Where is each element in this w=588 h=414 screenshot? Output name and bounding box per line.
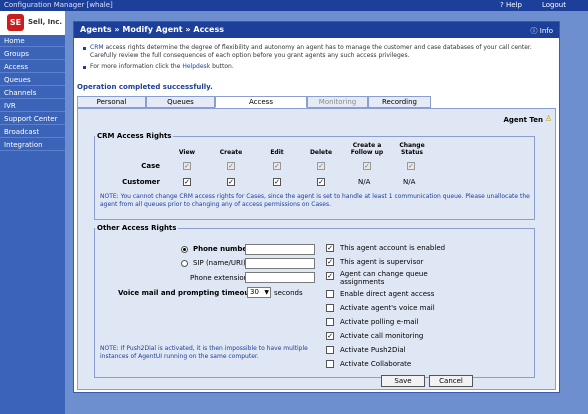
sidebar-item-queues[interactable]: Queues <box>0 74 65 86</box>
voicemail-timeout-select[interactable]: 30 ▼ <box>247 287 271 298</box>
collaborate-label: Activate Collaborate <box>340 360 412 368</box>
row-case-label: Case <box>141 162 160 170</box>
tab-recording[interactable]: Recording <box>368 96 431 108</box>
other-legend: Other Access Rights <box>97 224 177 232</box>
agent-icon: ♙ <box>544 114 552 123</box>
tab-monitoring: Monitoring <box>307 96 368 108</box>
crm-note: NOTE: You cannot change CRM access right… <box>100 193 530 208</box>
agent-name: Agent Ten <box>503 116 543 124</box>
phone-number-radio[interactable] <box>181 246 188 253</box>
customer-edit-checkbox[interactable]: ✓ <box>273 178 281 186</box>
sip-label: SIP (name/URI): <box>193 259 249 267</box>
sip-field[interactable] <box>245 258 315 269</box>
helpdesk-link[interactable]: Helpdesk <box>182 63 210 70</box>
direct-access-checkbox[interactable] <box>326 290 334 298</box>
customer-change-status-na: N/A <box>403 178 416 186</box>
phone-number-field[interactable] <box>245 244 315 255</box>
sidebar-item-support-center[interactable]: Support Center <box>0 113 65 125</box>
tab-body: Agent Ten ♙ CRM Access Rights View Creat… <box>77 108 556 390</box>
customer-delete-checkbox[interactable]: ✓ <box>317 178 325 186</box>
sidebar-item-access[interactable]: Access <box>0 61 65 73</box>
col-view: View <box>178 149 196 156</box>
info-icon: ⓘ <box>530 27 538 35</box>
tab-personal[interactable]: Personal <box>77 96 146 108</box>
intro-help-text: For more information click the Helpdesk … <box>90 63 550 71</box>
polling-email-checkbox[interactable] <box>326 318 334 326</box>
intro-line-3b: button. <box>212 63 234 70</box>
call-monitoring-label: Activate call monitoring <box>340 332 424 340</box>
voice-mail-checkbox[interactable] <box>326 304 334 312</box>
case-create-checkbox: ✓ <box>227 162 235 170</box>
content-area: Agents » Modify Agent » Access ⓘ Info CR… <box>65 11 588 414</box>
case-edit-checkbox: ✓ <box>273 162 281 170</box>
col-create: Create <box>219 149 243 156</box>
case-view-checkbox: ✓ <box>183 162 191 170</box>
chevron-down-icon: ▼ <box>264 289 269 296</box>
change-queue-label: Agent can change queue assignments <box>340 270 428 286</box>
supervisor-label: This agent is supervisor <box>340 258 424 266</box>
intro-text: CRM access rights determine the degree o… <box>90 44 550 60</box>
voice-mail-label: Activate agent's voice mail <box>340 304 435 312</box>
agent-enabled-checkbox[interactable]: ✓ <box>326 244 334 252</box>
agent-enabled-label: This agent account is enabled <box>340 244 446 252</box>
sidebar: SE Sell, Inc. Home Groups Access Queues … <box>0 11 65 414</box>
col-edit: Edit <box>270 149 284 156</box>
case-change-status-checkbox: ✓ <box>407 162 415 170</box>
page-title: Agents » Modify Agent » Access <box>80 25 224 34</box>
main-panel: Agents » Modify Agent » Access ⓘ Info CR… <box>73 21 560 393</box>
logo: SE Sell, Inc. <box>0 11 65 35</box>
change-queue-checkbox[interactable]: ✓ <box>326 272 334 280</box>
case-follow-up-checkbox: ✓ <box>363 162 371 170</box>
logout-link[interactable]: Logout <box>542 1 566 9</box>
push2dial-checkbox[interactable] <box>326 346 334 354</box>
sidebar-item-ivr[interactable]: IVR <box>0 100 65 112</box>
col-change-status: Change Status <box>399 142 425 156</box>
call-monitoring-checkbox[interactable]: ✓ <box>326 332 334 340</box>
phone-extension-field[interactable] <box>245 272 315 283</box>
case-delete-checkbox: ✓ <box>317 162 325 170</box>
sidebar-item-channels[interactable]: Channels <box>0 87 65 99</box>
logo-name: Sell, Inc. <box>28 18 63 26</box>
customer-follow-up-na: N/A <box>358 178 371 186</box>
phone-extension-label: Phone extension: <box>190 274 251 282</box>
sidebar-item-home[interactable]: Home <box>0 35 65 47</box>
status-message: Operation completed successfully. <box>77 83 213 91</box>
voicemail-timeout-value: 30 <box>250 288 259 296</box>
crm-link[interactable]: CRM <box>90 44 104 51</box>
logo-mark: SE <box>7 14 24 31</box>
top-bar: Configuration Manager [whale] ? Help Log… <box>0 0 588 11</box>
col-delete: Delete <box>309 149 333 156</box>
row-customer-label: Customer <box>122 178 160 186</box>
page-heading: Agents » Modify Agent » Access ⓘ Info <box>74 22 559 38</box>
customer-create-checkbox[interactable]: ✓ <box>227 178 235 186</box>
voicemail-timeout-label: Voice mail and prompting timeout: <box>118 289 256 297</box>
supervisor-checkbox[interactable]: ✓ <box>326 258 334 266</box>
app-title: Configuration Manager [whale] <box>4 1 113 9</box>
direct-access-label: Enable direct agent access <box>340 290 435 298</box>
help-link[interactable]: ? Help <box>500 1 522 9</box>
tab-queues[interactable]: Queues <box>146 96 215 108</box>
sip-radio[interactable] <box>181 260 188 267</box>
push2dial-note: NOTE: If Push2Dial is activated, it is t… <box>100 345 308 360</box>
push2dial-label: Activate Push2Dial <box>340 346 406 354</box>
sidebar-item-broadcast[interactable]: Broadcast <box>0 126 65 138</box>
intro-line-1: access rights determine the degree of fl… <box>105 44 510 51</box>
intro-line-3a: For more information click the <box>90 63 181 70</box>
tab-access[interactable]: Access <box>215 96 307 108</box>
voicemail-timeout-unit: seconds <box>274 289 303 297</box>
bullet-icon <box>83 66 86 69</box>
sidebar-item-integration[interactable]: Integration <box>0 139 65 151</box>
info-link[interactable]: ⓘ Info <box>531 26 553 36</box>
polling-email-label: Activate polling e-mail <box>340 318 419 326</box>
customer-view-checkbox[interactable]: ✓ <box>183 178 191 186</box>
cancel-button[interactable]: Cancel <box>429 375 473 387</box>
info-label: Info <box>539 27 553 35</box>
bullet-icon <box>83 47 86 50</box>
col-follow-up: Create a Follow up <box>350 142 384 156</box>
crm-legend: CRM Access Rights <box>97 132 172 140</box>
collaborate-checkbox[interactable] <box>326 360 334 368</box>
sidebar-item-groups[interactable]: Groups <box>0 48 65 60</box>
save-button[interactable]: Save <box>381 375 425 387</box>
